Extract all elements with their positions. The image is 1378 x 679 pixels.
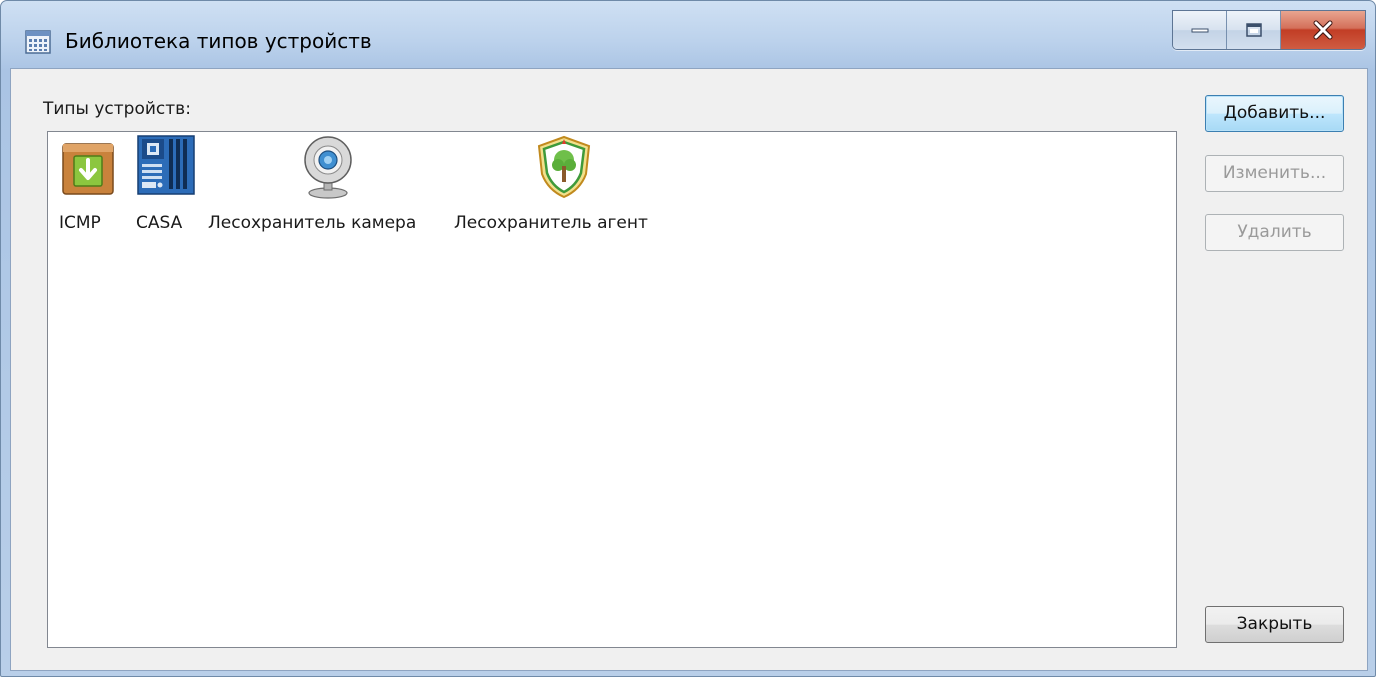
device-types-list[interactable]: ICMP CASA Лесохранитель камера Лесохрани… — [47, 131, 1177, 648]
dialog-client-area: Типы устройств: ICMP CASA Лесохранитель … — [10, 68, 1368, 671]
minimize-button[interactable] — [1173, 11, 1227, 49]
webcam-icon — [304, 136, 352, 199]
list-item-forest-agent[interactable]: Лесохранитель агент — [454, 134, 680, 244]
close-window-button[interactable] — [1281, 11, 1365, 49]
forest-shield-icon — [537, 135, 591, 199]
device-types-label: Типы устройств: — [43, 99, 191, 119]
list-item-label: CASA — [136, 213, 183, 233]
title-bar[interactable]: Библиотека типов устройств — [1, 1, 1375, 61]
motherboard-icon — [137, 135, 195, 195]
app-grid-icon — [25, 30, 51, 54]
list-item-icmp[interactable]: ICMP — [50, 134, 126, 244]
caption-buttons — [1172, 10, 1366, 50]
list-item-label: ICMP — [59, 213, 101, 233]
list-item-forest-camera[interactable]: Лесохранитель камера — [208, 134, 444, 244]
edit-button[interactable]: Изменить... — [1205, 155, 1344, 192]
add-button[interactable]: Добавить... — [1205, 95, 1344, 132]
package-download-icon — [62, 143, 114, 195]
maximize-icon — [1245, 23, 1262, 37]
device-library-window: Библиотека типов устройств Типы устройст… — [0, 0, 1376, 677]
close-button[interactable]: Закрыть — [1205, 606, 1344, 643]
close-icon — [1313, 20, 1333, 40]
maximize-button[interactable] — [1227, 11, 1281, 49]
list-item-label: Лесохранитель агент — [454, 213, 648, 233]
list-item-label: Лесохранитель камера — [208, 213, 417, 233]
window-title: Библиотека типов устройств — [65, 29, 372, 53]
delete-button[interactable]: Удалить — [1205, 214, 1344, 251]
list-item-casa[interactable]: CASA — [130, 134, 206, 244]
minimize-icon — [1191, 28, 1208, 33]
